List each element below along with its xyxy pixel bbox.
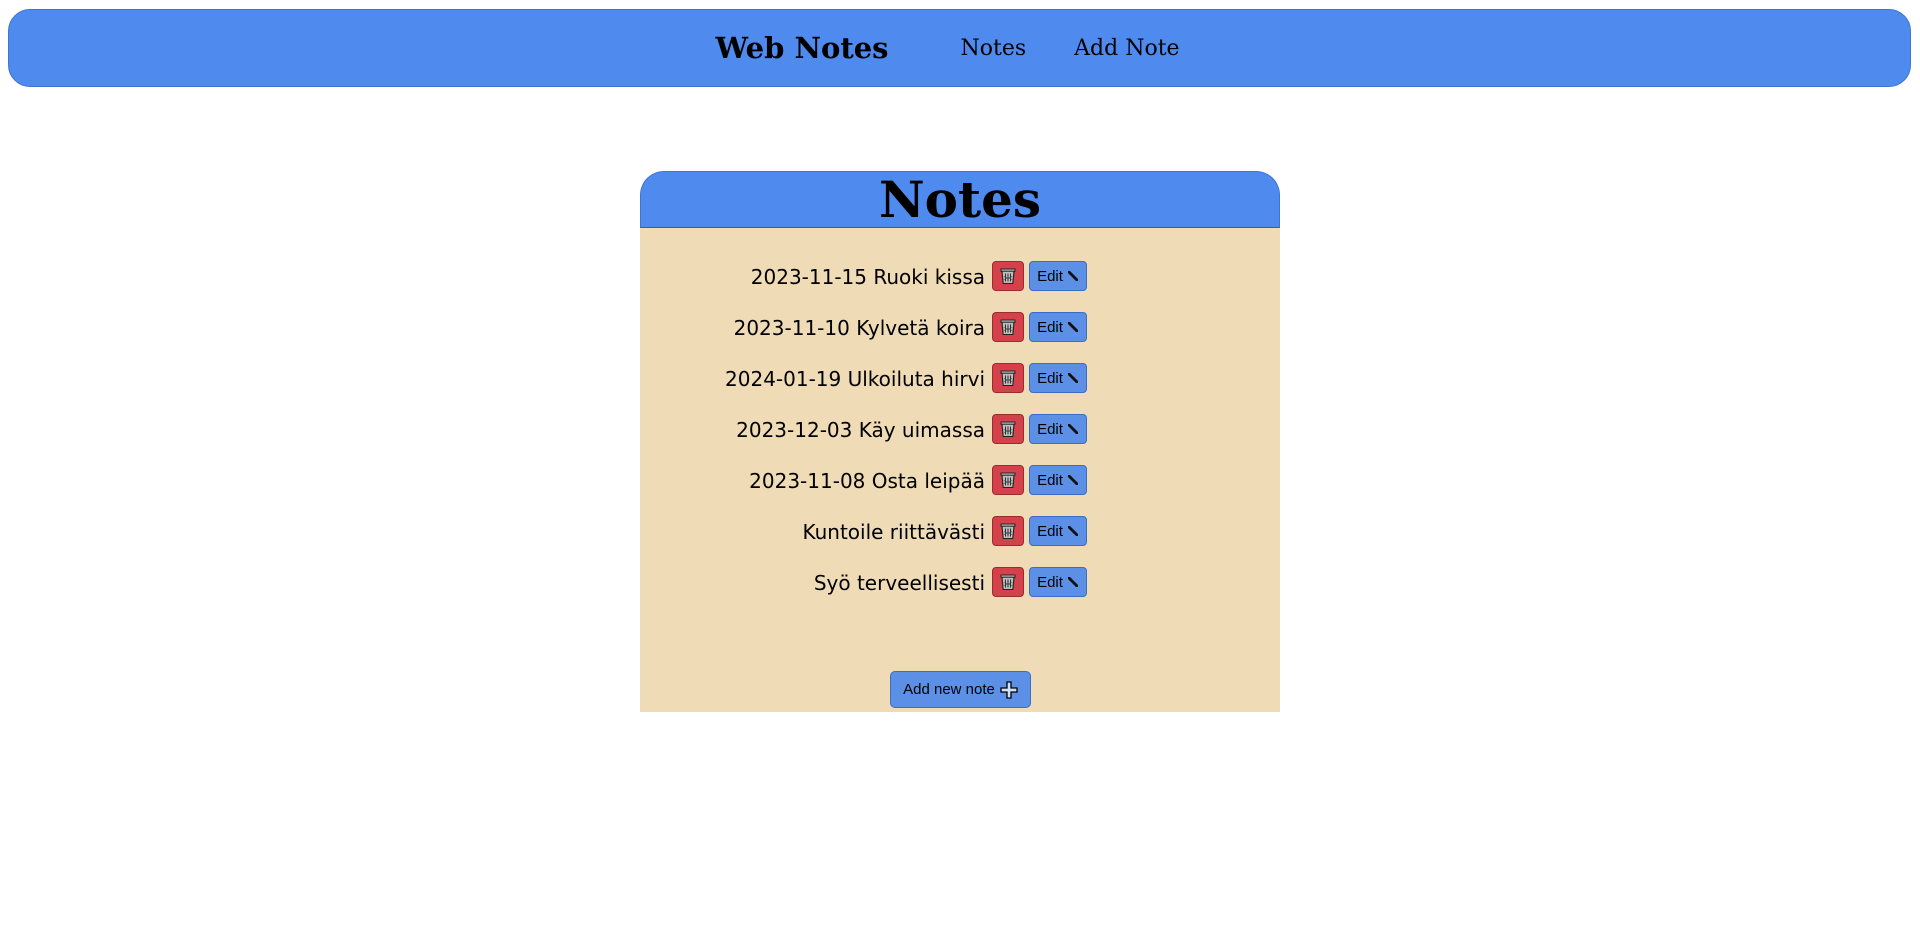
edit-note-button[interactable]: Edit — [1029, 516, 1087, 546]
trash-icon — [1000, 522, 1016, 540]
edit-note-button[interactable]: Edit — [1029, 465, 1087, 495]
edit-note-button[interactable]: Edit — [1029, 363, 1087, 393]
pencil-icon — [1067, 321, 1079, 333]
note-text: 2023-11-15 Ruoki kissa — [750, 265, 985, 289]
notes-panel-header: Notes — [640, 171, 1280, 228]
edit-note-button[interactable]: Edit — [1029, 312, 1087, 342]
nav-link-notes[interactable]: Notes — [961, 36, 1027, 61]
edit-button-label: Edit — [1037, 573, 1063, 591]
edit-note-button[interactable]: Edit — [1029, 567, 1087, 597]
delete-note-button[interactable] — [992, 516, 1024, 546]
note-item: 2023-12-03 Käy uimassa Edit — [640, 414, 1280, 465]
delete-note-button[interactable] — [992, 261, 1024, 291]
page-title: Notes — [878, 169, 1042, 229]
trash-icon — [1000, 267, 1016, 285]
note-text: 2024-01-19 Ulkoiluta hirvi — [725, 367, 985, 391]
notes-panel: Notes 2023-11-15 Ruoki kissa Edit 2023-1… — [640, 171, 1280, 712]
pencil-icon — [1067, 270, 1079, 282]
note-text: 2023-12-03 Käy uimassa — [736, 418, 985, 442]
edit-button-label: Edit — [1037, 267, 1063, 285]
note-text: 2023-11-10 Kylvetä koira — [733, 316, 985, 340]
edit-button-label: Edit — [1037, 471, 1063, 489]
edit-button-label: Edit — [1037, 420, 1063, 438]
pencil-icon — [1067, 525, 1079, 537]
note-item: Syö terveellisesti Edit — [640, 567, 1280, 618]
add-button-label: Add new note — [903, 681, 995, 698]
note-item: 2023-11-15 Ruoki kissa Edit — [640, 261, 1280, 312]
note-item: 2024-01-19 Ulkoiluta hirvi Edit — [640, 363, 1280, 414]
brand-logo-link[interactable]: Web Notes — [715, 31, 888, 65]
edit-button-label: Edit — [1037, 369, 1063, 387]
edit-button-label: Edit — [1037, 318, 1063, 336]
note-text: 2023-11-08 Osta leipää — [749, 469, 985, 493]
note-item: Kuntoile riittävästi Edit — [640, 516, 1280, 567]
note-text: Syö terveellisesti — [813, 571, 985, 595]
delete-note-button[interactable] — [992, 567, 1024, 597]
note-text: Kuntoile riittävästi — [802, 520, 985, 544]
edit-button-label: Edit — [1037, 522, 1063, 540]
edit-note-button[interactable]: Edit — [1029, 261, 1087, 291]
pencil-icon — [1067, 423, 1079, 435]
trash-icon — [1000, 318, 1016, 336]
notes-panel-body: 2023-11-15 Ruoki kissa Edit 2023-11-10 K… — [640, 228, 1280, 712]
plus-icon — [1000, 680, 1018, 699]
trash-icon — [1000, 369, 1016, 387]
note-item: 2023-11-08 Osta leipää Edit — [640, 465, 1280, 516]
delete-note-button[interactable] — [992, 465, 1024, 495]
note-item: 2023-11-10 Kylvetä koira Edit — [640, 312, 1280, 363]
top-navbar: Web Notes Notes Add Note — [8, 9, 1911, 87]
delete-note-button[interactable] — [992, 414, 1024, 444]
pencil-icon — [1067, 372, 1079, 384]
trash-icon — [1000, 471, 1016, 489]
trash-icon — [1000, 573, 1016, 591]
pencil-icon — [1067, 474, 1079, 486]
delete-note-button[interactable] — [992, 363, 1024, 393]
nav-link-add-note[interactable]: Add Note — [1074, 36, 1179, 61]
note-list: 2023-11-15 Ruoki kissa Edit 2023-11-10 K… — [640, 261, 1280, 618]
trash-icon — [1000, 420, 1016, 438]
add-new-note-button[interactable]: Add new note — [890, 671, 1031, 708]
delete-note-button[interactable] — [992, 312, 1024, 342]
pencil-icon — [1067, 576, 1079, 588]
edit-note-button[interactable]: Edit — [1029, 414, 1087, 444]
